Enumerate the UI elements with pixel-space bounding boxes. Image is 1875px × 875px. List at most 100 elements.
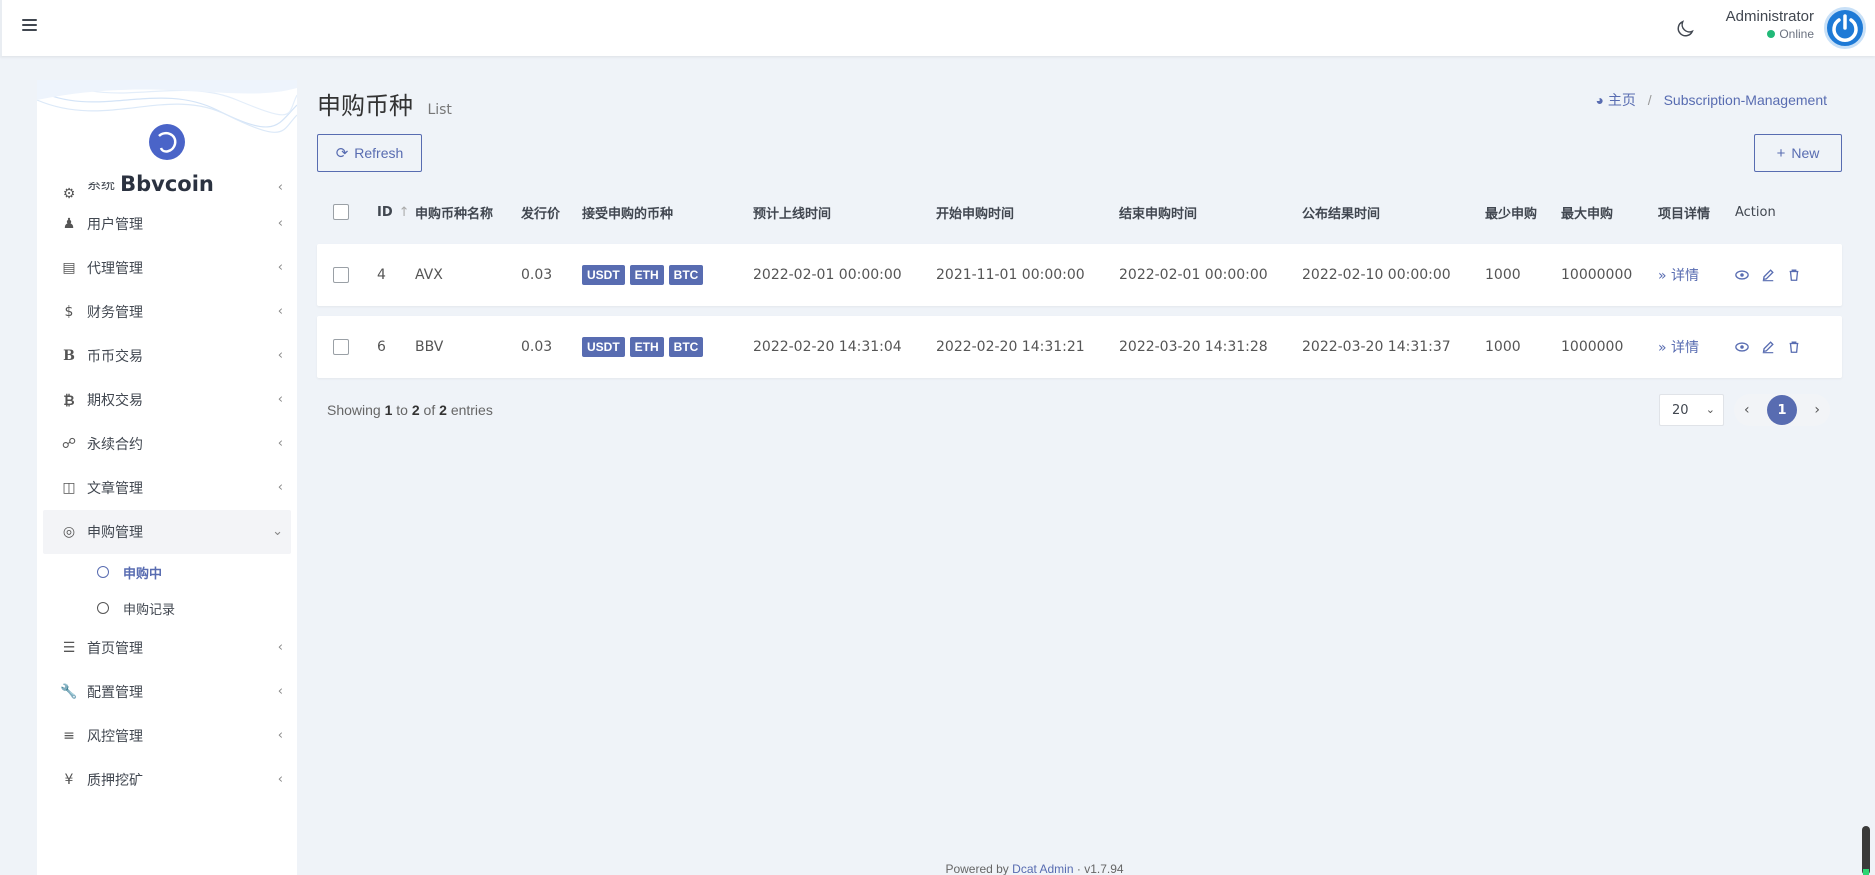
sidebar: Bbvcoin ⚙ 系统 ‹ ♟ 用户管理 ‹ ▤ 代理管理 ‹ $ 财务管理 … <box>37 80 297 875</box>
column-header-launch-time: 预计上线时间 <box>753 206 832 222</box>
column-header-coins: 接受申购的币种 <box>582 206 674 222</box>
chevron-left-icon: ‹ <box>277 182 283 195</box>
sidebar-item-subscription[interactable]: ◎ 申购管理 ⌄ <box>43 510 291 554</box>
yen-icon: ¥ <box>64 772 74 788</box>
online-dot-icon <box>1767 30 1776 38</box>
sidebar-item-config[interactable]: 🔧 配置管理 ‹ <box>37 670 297 714</box>
cell-price: 0.03 <box>521 339 553 355</box>
chevron-left-icon: ‹ <box>277 772 283 787</box>
coin-badge: BTC <box>668 337 704 357</box>
sidebar-item-articles[interactable]: ◫ 文章管理 ‹ <box>37 466 297 510</box>
b-icon: B <box>63 348 75 364</box>
prev-page-icon[interactable]: ‹ <box>1744 402 1750 418</box>
cell-start-time: 2022-02-20 14:31:21 <box>936 339 1085 355</box>
cell-launch-time: 2022-02-20 14:31:04 <box>753 339 902 355</box>
sidebar-item-spot-trading[interactable]: B 币币交易 ‹ <box>37 334 297 378</box>
cell-end-time: 2022-03-20 14:31:28 <box>1119 339 1268 355</box>
sidebar-item-users[interactable]: ♟ 用户管理 ‹ <box>37 202 297 246</box>
column-header-start-time: 开始申购时间 <box>936 206 1015 222</box>
chevron-left-icon: ‹ <box>277 392 283 407</box>
per-page-select[interactable]: 20 ⌄ <box>1659 394 1724 426</box>
cell-coins: USDT ETH BTC <box>582 337 753 357</box>
next-page-icon[interactable]: › <box>1814 402 1820 418</box>
chevron-left-icon: ‹ <box>277 304 283 319</box>
breadcrumb-separator: / <box>1647 92 1652 108</box>
refresh-button[interactable]: ⟳ Refresh <box>317 134 422 172</box>
user-info[interactable]: Administrator Online <box>1722 8 1814 41</box>
moon-icon[interactable] <box>1674 18 1696 40</box>
table-row: 6 BBV 0.03 USDT ETH BTC 2022-02-20 14:31… <box>317 316 1842 378</box>
coin-badge: ETH <box>629 265 664 285</box>
new-button[interactable]: + New <box>1754 134 1842 172</box>
chevron-left-icon: ‹ <box>277 260 283 275</box>
edit-icon[interactable] <box>1761 340 1775 354</box>
sidebar-item-homepage[interactable]: ☰ 首页管理 ‹ <box>37 626 297 670</box>
hamburger-menu-icon[interactable] <box>22 14 44 36</box>
table-row: 4 AVX 0.03 USDT ETH BTC 2022-02-01 00:00… <box>317 244 1842 306</box>
sidebar-subitem-subscribing[interactable]: 申购中 <box>37 554 297 590</box>
lifebuoy-icon: ◎ <box>62 524 76 540</box>
breadcrumb-current[interactable]: Subscription-Management <box>1664 92 1827 108</box>
users-icon: ♟ <box>62 216 76 232</box>
row-checkbox[interactable] <box>333 267 349 283</box>
dollar-icon: $ <box>64 304 74 320</box>
content-header: 申购币种 List <box>317 86 452 121</box>
cell-end-time: 2022-02-01 00:00:00 <box>1119 267 1268 283</box>
footer: Powered by Dcat Admin · v1.7.94 <box>945 862 1124 875</box>
cell-start-time: 2021-11-01 00:00:00 <box>936 267 1085 283</box>
cell-min: 1000 <box>1485 339 1521 355</box>
showing-entries: Showing 1 to 2 of 2 entries <box>327 402 493 418</box>
trash-icon[interactable] <box>1787 268 1801 282</box>
column-header-min: 最少申购 <box>1485 206 1538 222</box>
coin-badge: USDT <box>582 337 625 357</box>
row-checkbox[interactable] <box>333 339 349 355</box>
column-header-id[interactable]: ID ↑ <box>365 205 415 220</box>
view-icon[interactable] <box>1735 268 1749 282</box>
breadcrumb-home[interactable]: ◕ 主页 <box>1596 92 1636 108</box>
link-icon: ☍ <box>61 436 77 452</box>
select-all-checkbox[interactable] <box>333 204 349 220</box>
user-name: Administrator <box>1725 8 1814 25</box>
sidebar-item-risk[interactable]: ≡ 风控管理 ‹ <box>37 714 297 758</box>
sidebar-item-agents[interactable]: ▤ 代理管理 ‹ <box>37 246 297 290</box>
chevron-left-icon: ‹ <box>277 436 283 451</box>
avatar[interactable] <box>1824 7 1866 49</box>
detail-link[interactable]: » 详情 <box>1658 337 1735 357</box>
chevron-left-icon: ‹ <box>277 640 283 655</box>
sidebar-item-perpetual[interactable]: ☍ 永续合约 ‹ <box>37 422 297 466</box>
scrollbar-thumb[interactable] <box>1862 826 1870 875</box>
page-title: 申购币种 <box>317 92 413 120</box>
chevron-down-icon: ⌄ <box>1705 403 1715 416</box>
cell-max: 10000000 <box>1561 267 1633 283</box>
trash-icon[interactable] <box>1787 340 1801 354</box>
coin-badge: USDT <box>582 265 625 285</box>
chevron-left-icon: ‹ <box>277 684 283 699</box>
settings-icon: ⚙ <box>62 186 76 202</box>
chevron-left-icon: ‹ <box>277 480 283 495</box>
list-icon: ☰ <box>62 640 76 656</box>
sidebar-item-staking[interactable]: ¥ 质押挖矿 ‹ <box>37 758 297 802</box>
sidebar-item-system[interactable]: ⚙ 系统 ‹ <box>37 182 297 202</box>
circle-icon <box>97 566 109 578</box>
wrench-icon: 🔧 <box>60 684 78 700</box>
sidebar-item-options[interactable]: ₿ 期权交易 ‹ <box>37 378 297 422</box>
view-icon[interactable] <box>1735 340 1749 354</box>
user-status: Online <box>1722 27 1814 41</box>
detail-link[interactable]: » 详情 <box>1658 265 1735 285</box>
edit-icon[interactable] <box>1761 268 1775 282</box>
row-actions <box>1735 268 1825 282</box>
coin-badge: ETH <box>629 337 664 357</box>
id-card-icon: ▤ <box>62 260 76 276</box>
cell-result-time: 2022-02-10 00:00:00 <box>1302 267 1451 283</box>
cell-coins: USDT ETH BTC <box>582 265 753 285</box>
column-header-end-time: 结束申购时间 <box>1119 206 1198 222</box>
column-header-name: 申购币种名称 <box>415 206 494 222</box>
sort-arrow-icon[interactable]: ↑ <box>399 205 410 220</box>
top-navbar: Administrator Online <box>0 0 1875 56</box>
page-1-button[interactable]: 1 <box>1767 395 1797 425</box>
chevron-down-icon: ⌄ <box>272 524 283 539</box>
column-header-max: 最大申购 <box>1561 206 1614 222</box>
sidebar-subitem-records[interactable]: 申购记录 <box>37 590 297 626</box>
sidebar-item-finance[interactable]: $ 财务管理 ‹ <box>37 290 297 334</box>
dcat-admin-link[interactable]: Dcat Admin <box>1012 862 1073 875</box>
